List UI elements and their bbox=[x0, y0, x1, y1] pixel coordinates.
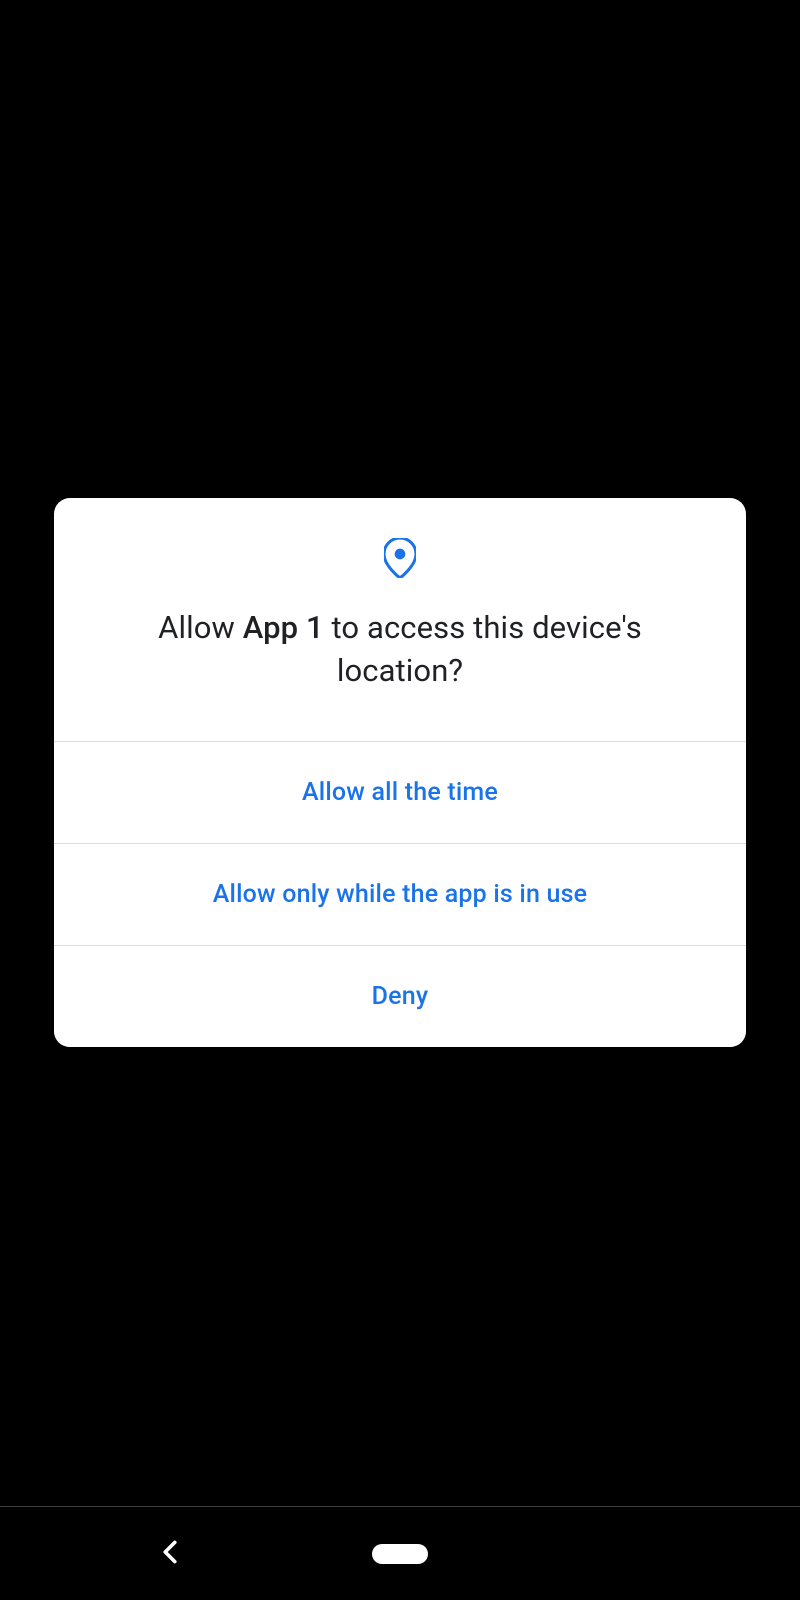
title-prefix: Allow bbox=[158, 609, 243, 646]
home-button[interactable] bbox=[372, 1544, 428, 1564]
allow-while-use-button[interactable]: Allow only while the app is in use bbox=[54, 843, 746, 945]
title-suffix: to access this device's location? bbox=[324, 609, 642, 689]
back-button[interactable] bbox=[160, 1540, 180, 1568]
permission-dialog: Allow App 1 to access this device's loca… bbox=[54, 498, 746, 1047]
deny-button[interactable]: Deny bbox=[54, 945, 746, 1047]
dialog-title: Allow App 1 to access this device's loca… bbox=[102, 606, 698, 693]
navigation-bar bbox=[0, 1506, 800, 1600]
app-name: App 1 bbox=[243, 609, 324, 646]
allow-all-button[interactable]: Allow all the time bbox=[54, 741, 746, 843]
location-icon bbox=[102, 538, 698, 578]
dialog-header: Allow App 1 to access this device's loca… bbox=[54, 498, 746, 741]
